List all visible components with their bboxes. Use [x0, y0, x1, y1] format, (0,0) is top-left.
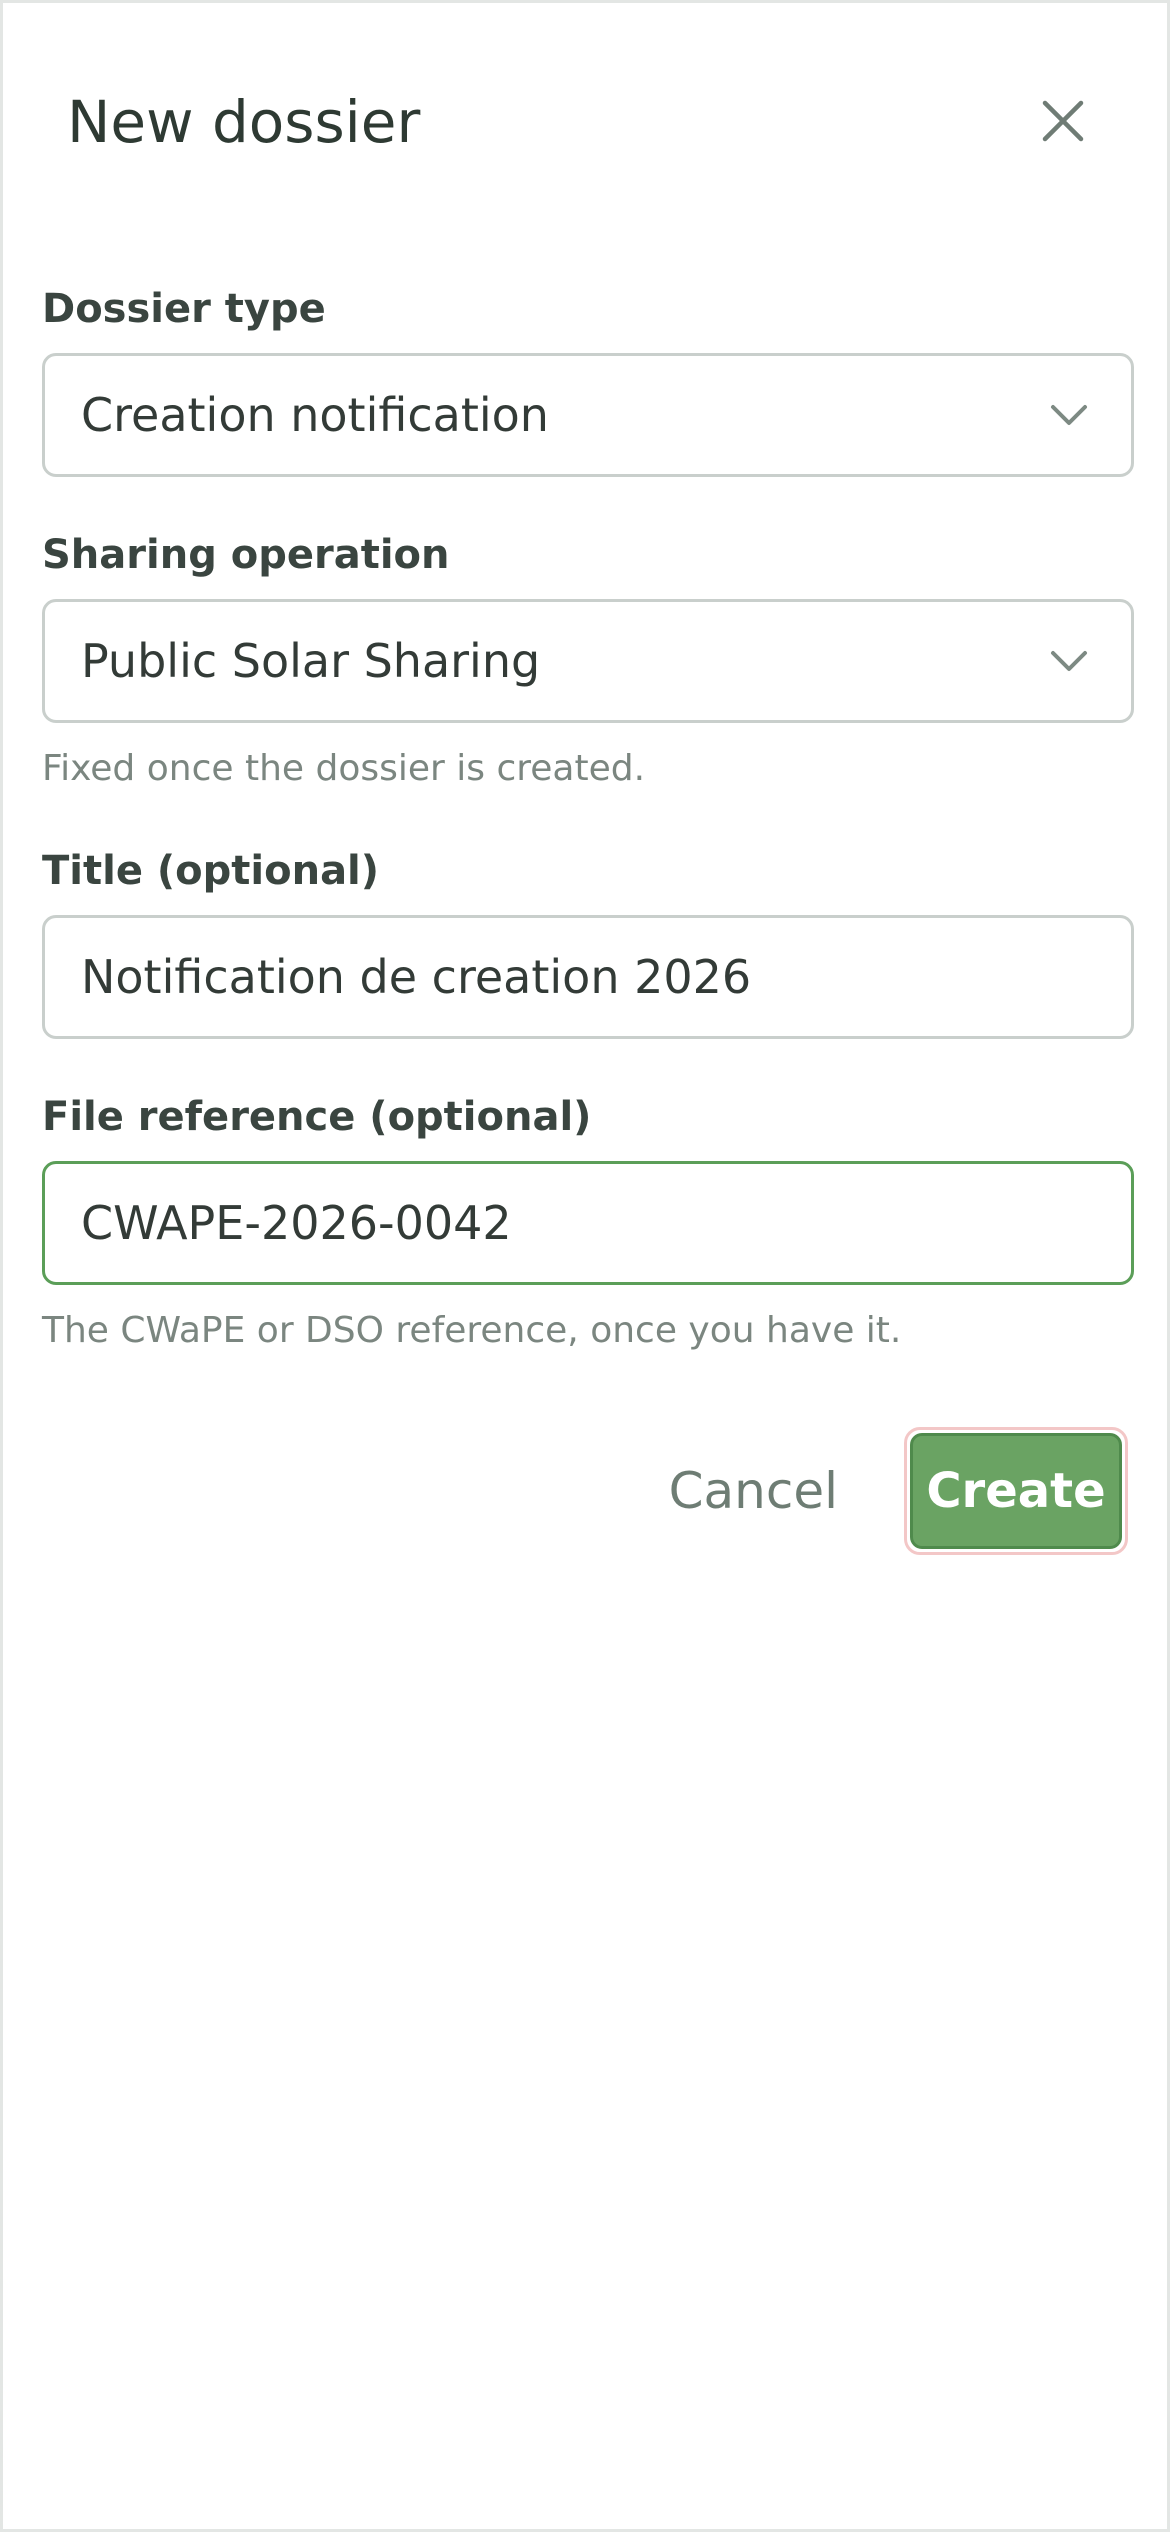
sharing-operation-help: Fixed once the dossier is created.: [42, 748, 646, 789]
file-reference-input[interactable]: CWAPE-2026-0042: [42, 1161, 1134, 1285]
new-dossier-panel: New dossier Dossier type Creation notifi…: [0, 0, 1170, 2532]
title-field: Title (optional) Notification de creatio…: [42, 848, 1134, 1039]
chevron-down-icon: [1045, 637, 1093, 685]
dossier-type-label: Dossier type: [42, 286, 326, 332]
dialog-actions: Cancel Create: [669, 1427, 1128, 1555]
file-reference-field: File reference (optional) CWAPE-2026-004…: [42, 1094, 1134, 1349]
title-input[interactable]: Notification de creation 2026: [42, 915, 1134, 1039]
file-reference-label: File reference (optional): [42, 1094, 592, 1140]
title-input-value: Notification de creation 2026: [81, 950, 752, 1004]
panel-header: New dossier: [67, 87, 1103, 167]
title-label: Title (optional): [42, 848, 380, 894]
close-icon: [1042, 100, 1084, 142]
create-button[interactable]: Create: [910, 1433, 1122, 1549]
sharing-operation-field: Sharing operation Public Solar Sharing F…: [42, 532, 1134, 787]
sharing-operation-select[interactable]: Public Solar Sharing: [42, 599, 1134, 723]
sharing-operation-value: Public Solar Sharing: [81, 634, 541, 688]
file-reference-value: CWAPE-2026-0042: [81, 1196, 512, 1250]
dossier-type-field: Dossier type Creation notification: [42, 286, 1134, 477]
sharing-operation-label: Sharing operation: [42, 532, 450, 578]
file-reference-help: The CWaPE or DSO reference, once you hav…: [42, 1310, 902, 1351]
cancel-button[interactable]: Cancel: [669, 1462, 838, 1520]
create-button-focus-ring: Create: [904, 1427, 1128, 1555]
dossier-type-value: Creation notification: [81, 388, 549, 442]
dossier-type-select[interactable]: Creation notification: [42, 353, 1134, 477]
chevron-down-icon: [1045, 391, 1093, 439]
page-title: New dossier: [67, 88, 421, 156]
close-button[interactable]: [1035, 93, 1091, 149]
